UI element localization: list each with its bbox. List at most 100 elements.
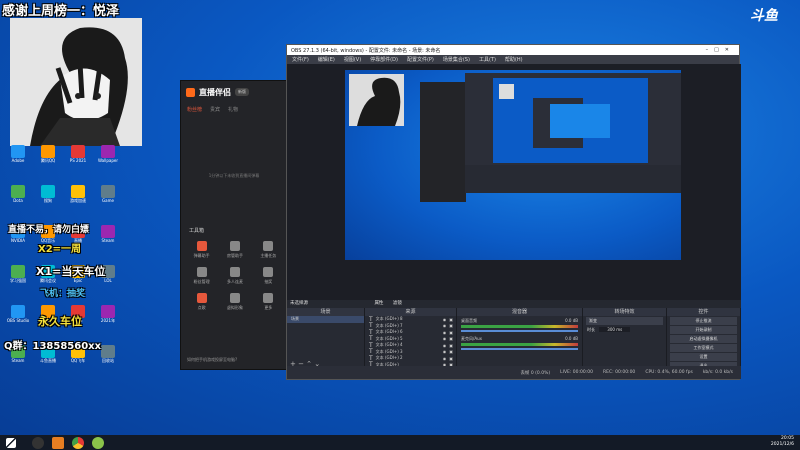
scenes-dock: 场景 场景 + − ⌃ ⌄: [287, 308, 365, 368]
toolbox-item[interactable]: 粉丝管理: [185, 267, 218, 285]
visibility-eye-icon[interactable]: ◉: [443, 349, 447, 354]
source-label: 文本 (GDI+) 8: [375, 316, 403, 322]
lock-icon[interactable]: ▣: [449, 317, 453, 322]
control-button[interactable]: 启动虚拟摄像机: [670, 335, 737, 343]
toolbox-item[interactable]: 主播任务: [252, 241, 285, 259]
system-tray-clock[interactable]: 20:05 2021/12/6: [771, 436, 794, 448]
obs-menu-item[interactable]: 编辑(E): [318, 56, 335, 63]
toolbox-item[interactable]: 抽奖: [252, 267, 285, 285]
volume-meter: [461, 343, 578, 346]
toolbox-item[interactable]: 点歌: [185, 293, 218, 311]
obs-menu-item[interactable]: 配置文件(P): [407, 56, 434, 63]
lock-icon[interactable]: ▣: [449, 323, 453, 328]
control-button[interactable]: 工作室模式: [670, 344, 737, 352]
desktop-icon[interactable]: Adobe: [4, 145, 32, 169]
mixer-dock: 混音器 桌面音频 0.0 dB 麦克风/Aux 0.0 dB: [457, 308, 583, 368]
desktop-icon-label: 回收站: [102, 358, 114, 363]
toolbox-item[interactable]: 弹幕助手: [185, 241, 218, 259]
desktop-icon-image: [101, 185, 115, 198]
obs-window[interactable]: OBS 27.1.3 (64-bit, windows) - 配置文件: 未命名…: [286, 44, 741, 380]
toolbox-item[interactable]: 更多: [252, 293, 285, 311]
scene-item[interactable]: 场景: [287, 316, 364, 323]
toolbox-item[interactable]: 多人连麦: [218, 267, 251, 285]
control-button[interactable]: 停止推流: [670, 317, 737, 325]
obs-menu-item[interactable]: 工具(T): [479, 56, 496, 63]
control-button[interactable]: 开始录制: [670, 326, 737, 334]
volume-slider[interactable]: [461, 348, 578, 350]
lock-icon[interactable]: ▣: [449, 356, 453, 361]
desktop-icon[interactable]: Dota: [4, 185, 32, 209]
control-button[interactable]: 设置: [670, 353, 737, 361]
mixer-channel-header: 桌面音频 0.0 dB: [461, 318, 578, 324]
obs-menu-item[interactable]: 停靠部件(D): [370, 56, 398, 63]
helper-bottom-tip[interactable]: 如何把手机游戏投屏至电脑?: [187, 357, 237, 363]
properties-button[interactable]: 属性: [374, 301, 383, 306]
desktop-icon[interactable]: 腾讯QQ: [34, 145, 62, 169]
visibility-eye-icon[interactable]: ◉: [443, 356, 447, 361]
desktop-icon-image: [101, 225, 115, 238]
duration-input[interactable]: 300 ms: [599, 327, 631, 332]
window-controls[interactable]: –□✕: [706, 47, 735, 53]
volume-slider[interactable]: [461, 330, 578, 332]
desktop-icon-image: [11, 145, 25, 158]
helper-logo-text: 直播伴侣: [199, 87, 231, 97]
chrome-taskbar-icon[interactable]: [72, 436, 84, 449]
desktop-icon-label: Steam: [101, 238, 115, 243]
lock-icon[interactable]: ▣: [449, 349, 453, 354]
helper-tab-1[interactable]: 粉丝榜: [187, 106, 202, 113]
desktop-icon-image: [71, 145, 85, 158]
app-taskbar-icon[interactable]: [92, 436, 104, 449]
desktop-icon-image: [101, 345, 115, 358]
controls-list: 停止推流开始录制启动虚拟摄像机工作室模式设置退出: [667, 317, 740, 370]
visibility-eye-icon[interactable]: ◉: [443, 336, 447, 341]
status-dropped: 丢帧 0 (0.0%): [520, 370, 551, 376]
live-helper-window[interactable]: 直播伴侣 新版 粉丝榜 贵宾 礼物 1分钟以下未收到直播间弹幕 工具箱 弹幕助手…: [180, 80, 288, 370]
toolbox-item[interactable]: 虚拟形象: [218, 293, 251, 311]
desktop-icon-image: [41, 185, 55, 198]
desktop-icon[interactable]: Game: [94, 185, 122, 209]
obs-menu-item[interactable]: 场景集合(S): [443, 56, 470, 63]
desktop-icon[interactable]: Steam: [94, 225, 122, 249]
desktop-icon[interactable]: 游戏加速: [64, 185, 92, 209]
status-rec: REC: 00:00:00: [603, 370, 636, 375]
mixer-channel-db: 0.0 dB: [565, 336, 578, 341]
desktop-icon-label: QQ飞车: [70, 358, 86, 363]
overlay-line-1: 直播不易，请勿白嫖: [8, 225, 90, 235]
obs-menu-item[interactable]: 视图(V): [344, 56, 361, 63]
start-windows-icon[interactable]: [6, 437, 16, 448]
obs-menu-item[interactable]: 文件(F): [292, 56, 309, 63]
visibility-eye-icon[interactable]: ◉: [443, 330, 447, 335]
helper-tab-2[interactable]: 贵宾: [210, 106, 220, 113]
lock-icon[interactable]: ▣: [449, 336, 453, 341]
helper-taskbar-icon[interactable]: [52, 436, 64, 449]
lock-icon[interactable]: ▣: [449, 330, 453, 335]
lock-icon[interactable]: ▣: [449, 343, 453, 348]
obs-menu-item[interactable]: 帮助(H): [505, 56, 523, 63]
visibility-eye-icon[interactable]: ◉: [443, 323, 447, 328]
desktop: 感谢上周榜一：悦泽 斗鱼 Adobe 腾讯QQ PS 2021 Wallpaper Do…: [0, 0, 800, 435]
desktop-icon[interactable]: 2021年: [94, 305, 122, 329]
filters-button[interactable]: 滤镜: [393, 301, 402, 306]
helper-tab-3[interactable]: 礼物: [228, 106, 238, 113]
toolbox-title: 工具箱: [189, 228, 205, 234]
desktop-icon[interactable]: 学习强国: [4, 265, 32, 289]
desktop-icon[interactable]: 搜狗: [34, 185, 62, 209]
toolbox-item-label: 更多: [264, 305, 273, 310]
desktop-icon-image: [11, 305, 25, 318]
desktop-icon[interactable]: OBS Studio: [4, 305, 32, 329]
transition-select[interactable]: 渐变: [586, 317, 663, 325]
desktop-icon[interactable]: PS 2021: [64, 145, 92, 169]
helper-header: 直播伴侣 新版: [181, 81, 287, 103]
visibility-eye-icon[interactable]: ◉: [443, 317, 447, 322]
toolbox-item-label: 主播任务: [260, 253, 277, 258]
toolbox-item-icon: [263, 241, 274, 251]
desktop-icon[interactable]: Wallpaper: [94, 145, 122, 169]
mixer-title: 混音器: [457, 308, 582, 316]
toolbox-item-label: 多人连麦: [226, 279, 243, 284]
obs-menubar: 文件(F) 编辑(E) 视图(V) 停靠部件(D) 配置文件(P) 场景集合(S) 工具(T…: [287, 55, 739, 64]
visibility-eye-icon[interactable]: ◉: [443, 343, 447, 348]
obs-taskbar-icon[interactable]: [32, 436, 44, 449]
desktop-icon-label: Game: [102, 198, 114, 203]
mixer-channel-name: 麦克风/Aux: [461, 336, 482, 341]
toolbox-item[interactable]: 房管助手: [218, 241, 251, 259]
